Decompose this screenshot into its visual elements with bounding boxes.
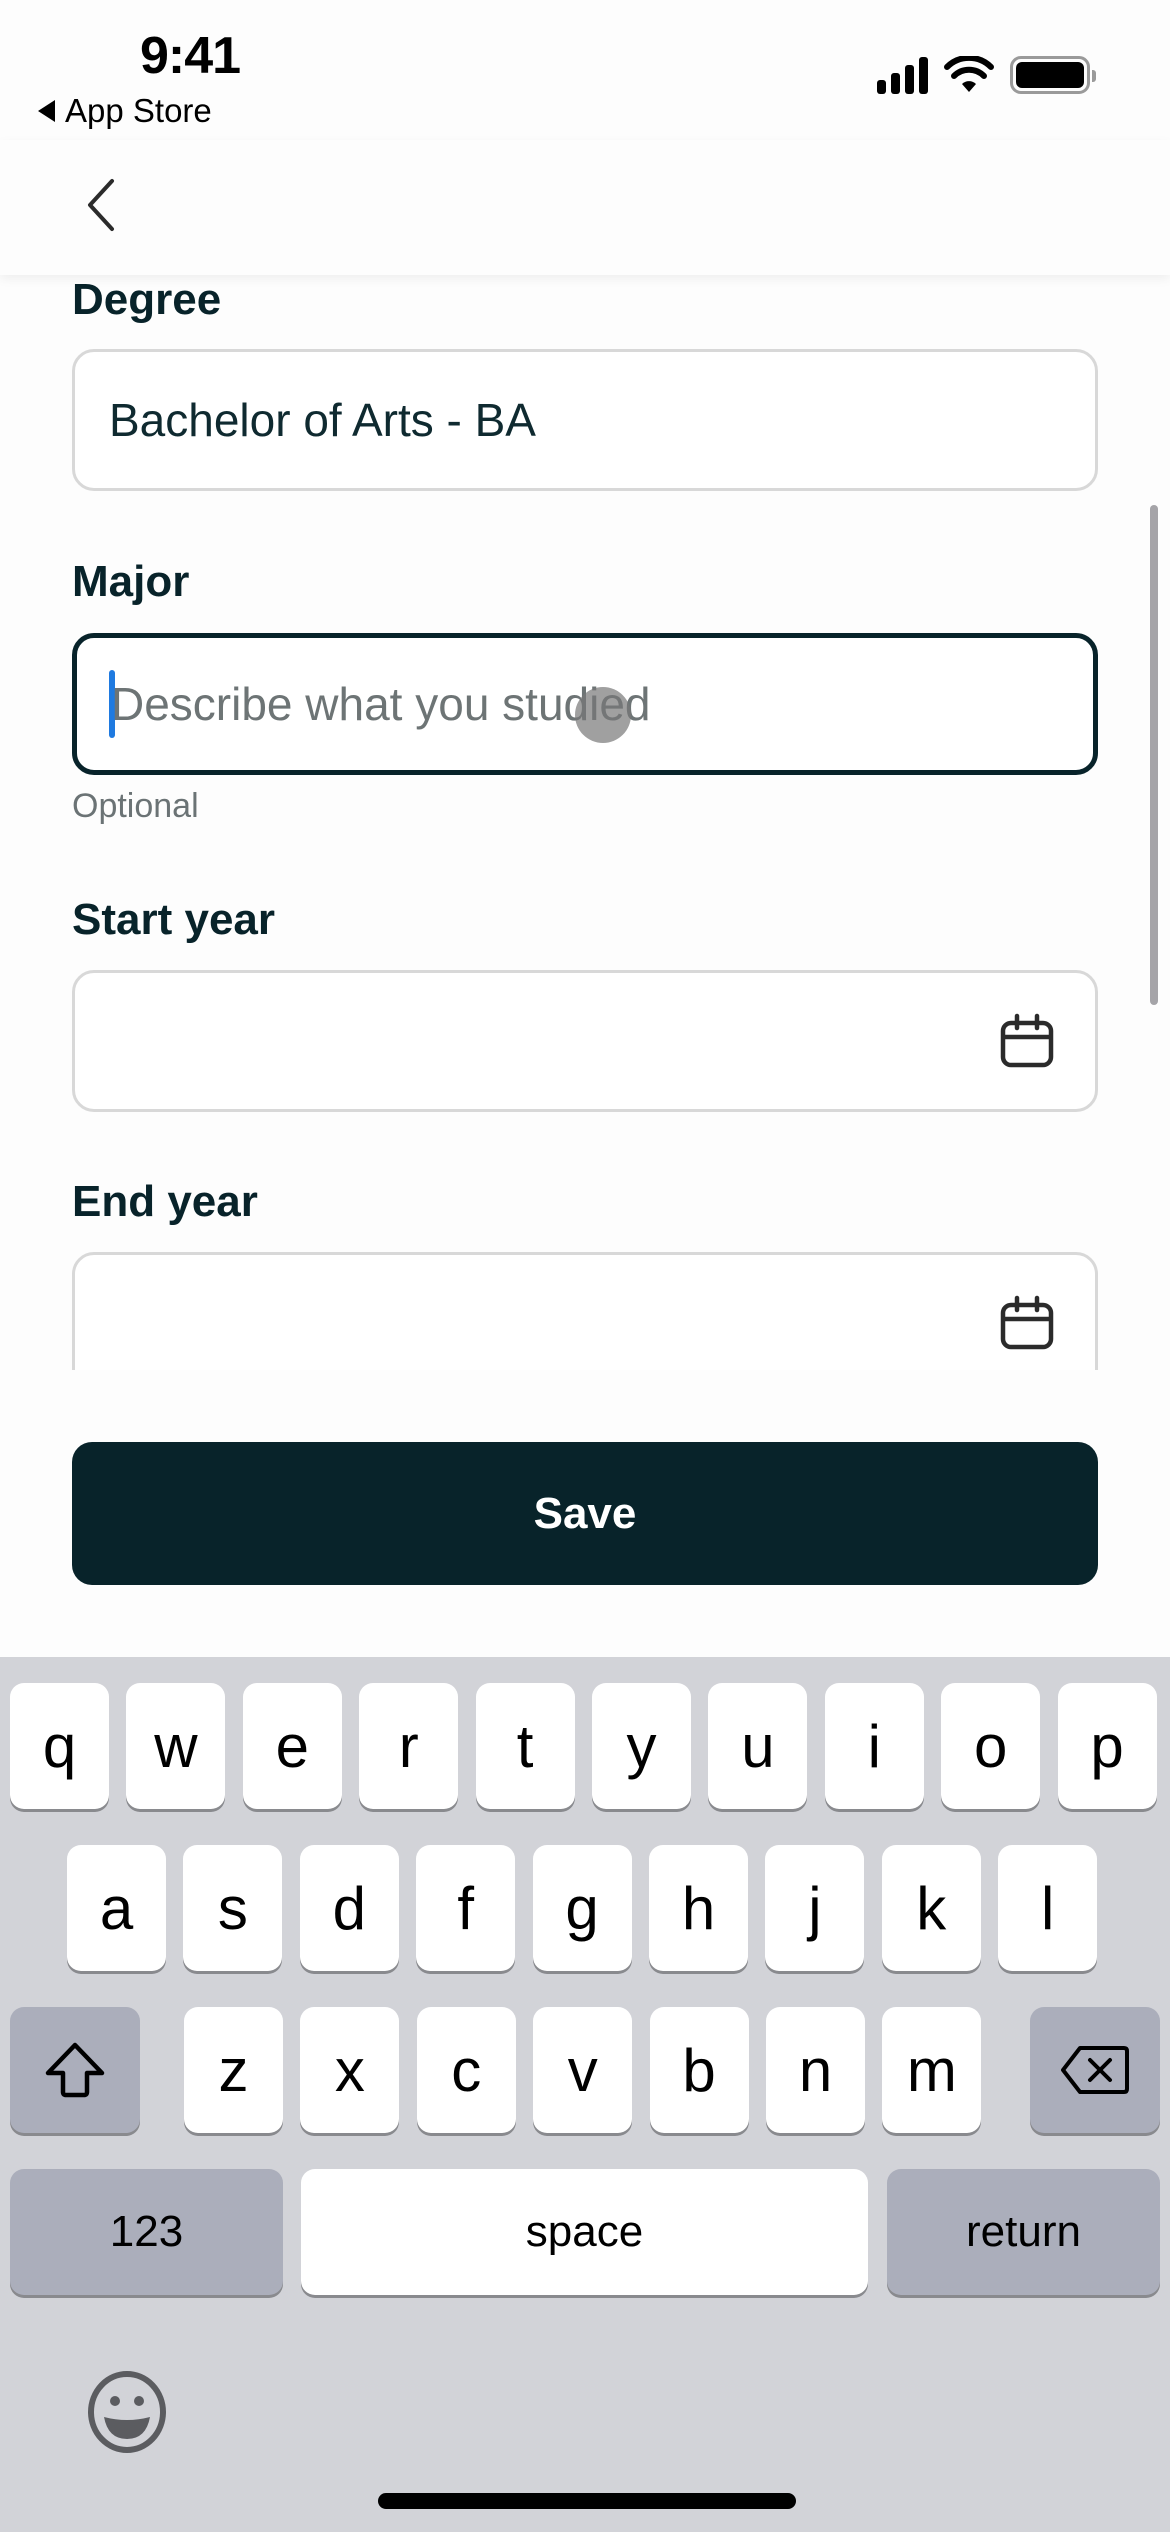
calendar-icon[interactable] (997, 1293, 1057, 1353)
keyboard: qwertyuiop asdfghjkl zxcvbnm 123 space r… (0, 1657, 1170, 2532)
key-r[interactable]: r (359, 1683, 459, 1809)
end-year-input[interactable] (72, 1252, 1098, 1370)
cellular-signal-icon (877, 56, 928, 94)
chevron-left-icon (88, 179, 114, 231)
status-icons (877, 56, 1096, 94)
key-z[interactable]: z (184, 2007, 283, 2133)
wifi-icon (944, 56, 994, 92)
space-key[interactable]: space (301, 2169, 868, 2295)
key-y[interactable]: y (592, 1683, 691, 1809)
start-year-input[interactable] (72, 970, 1098, 1112)
key-q[interactable]: q (10, 1683, 109, 1809)
home-indicator (378, 2493, 796, 2509)
key-v[interactable]: v (533, 2007, 633, 2133)
battery-icon (1010, 56, 1096, 94)
start-year-label: Start year (72, 895, 276, 944)
backspace-icon (1061, 2046, 1129, 2094)
education-form: Degree Bachelor of Arts - BA Major Descr… (0, 275, 1170, 1370)
touch-indicator (575, 687, 631, 743)
back-triangle-icon (38, 100, 55, 122)
key-c[interactable]: c (416, 2007, 516, 2133)
save-button[interactable]: Save (72, 1442, 1098, 1585)
major-helper-text: Optional (72, 787, 199, 825)
key-g[interactable]: g (532, 1845, 632, 1971)
back-app-label: App Store (65, 92, 212, 129)
calendar-icon[interactable] (997, 1011, 1057, 1071)
back-to-app-link[interactable]: App Store (38, 92, 212, 130)
key-w[interactable]: w (126, 1683, 226, 1809)
shift-icon (45, 2042, 105, 2098)
key-k[interactable]: k (881, 1845, 981, 1971)
key-t[interactable]: t (475, 1683, 575, 1809)
key-i[interactable]: i (824, 1683, 924, 1809)
status-bar: 9:41 App Store (0, 0, 1170, 140)
key-l[interactable]: l (998, 1845, 1098, 1971)
key-b[interactable]: b (649, 2007, 749, 2133)
major-placeholder: Describe what you studied (111, 678, 651, 730)
key-m[interactable]: m (882, 2007, 982, 2133)
degree-input[interactable]: Bachelor of Arts - BA (72, 349, 1098, 491)
back-button[interactable] (70, 170, 130, 240)
degree-label: Degree (72, 275, 222, 324)
key-o[interactable]: o (941, 1683, 1041, 1809)
scrollbar[interactable] (1150, 505, 1158, 1005)
key-j[interactable]: j (765, 1845, 865, 1971)
key-u[interactable]: u (708, 1683, 808, 1809)
degree-value: Bachelor of Arts - BA (109, 394, 536, 446)
key-a[interactable]: a (67, 1845, 166, 1971)
shift-key[interactable] (10, 2007, 140, 2133)
key-x[interactable]: x (300, 2007, 400, 2133)
key-d[interactable]: d (299, 1845, 399, 1971)
emoji-icon[interactable] (82, 2367, 172, 2457)
end-year-label: End year (72, 1177, 258, 1226)
delete-key[interactable] (1030, 2007, 1160, 2133)
key-p[interactable]: p (1057, 1683, 1157, 1809)
key-n[interactable]: n (766, 2007, 865, 2133)
return-key[interactable]: return (887, 2169, 1160, 2295)
key-e[interactable]: e (242, 1683, 342, 1809)
numbers-key[interactable]: 123 (10, 2169, 283, 2295)
key-h[interactable]: h (649, 1845, 748, 1971)
key-f[interactable]: f (416, 1845, 516, 1971)
key-s[interactable]: s (183, 1845, 283, 1971)
nav-header (0, 140, 1170, 275)
status-time: 9:41 (140, 27, 241, 85)
major-label: Major (72, 557, 190, 606)
